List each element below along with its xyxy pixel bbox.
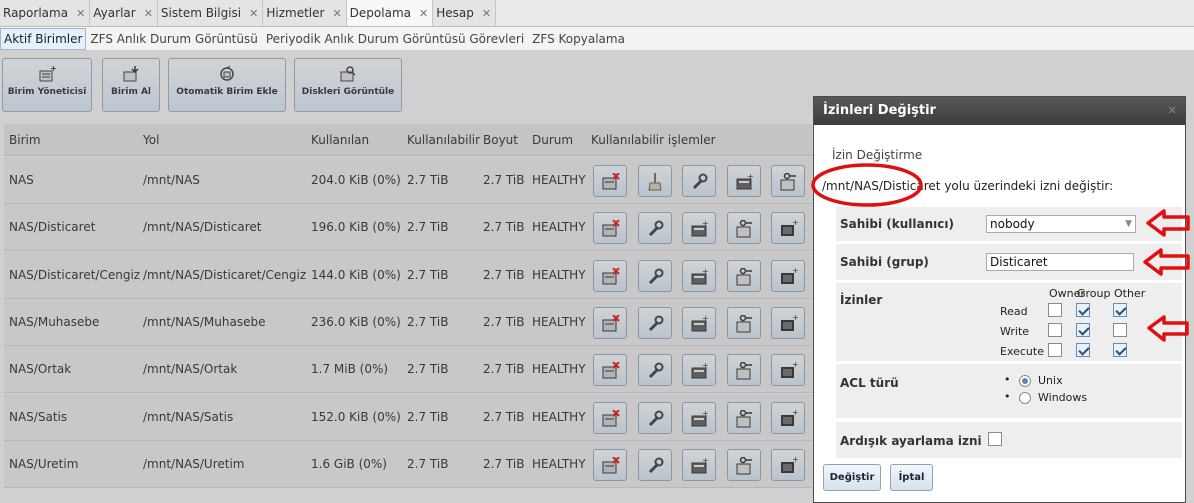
acl-type-row: ACL türü • Unix • Windows <box>836 364 1182 418</box>
tab-label: Hizmetler <box>266 6 325 20</box>
close-icon[interactable]: ✕ <box>482 7 491 20</box>
path-description: /mnt/NAS/Disticaret yolu üzerindeki izni… <box>822 179 1114 193</box>
perm-checkbox-write-group[interactable] <box>1076 323 1090 337</box>
owner-group-label: Sahibi (grup) <box>840 255 929 269</box>
chevron-down-icon: ▼ <box>1125 219 1132 229</box>
owner-user-label: Sahibi (kullanıcı) <box>840 217 954 231</box>
perm-checkbox-read-owner[interactable] <box>1048 303 1062 317</box>
change-permissions-dialog: İzinleri Değiştir ✕ İzin Değiştirme /mnt… <box>813 96 1186 503</box>
perm-column-header: Group <box>1077 287 1111 300</box>
perm-checkbox-write-other[interactable] <box>1113 323 1127 337</box>
cancel-button[interactable]: İptal <box>890 464 933 491</box>
tab-depolama[interactable]: Depolama ✕ <box>346 0 434 26</box>
recursive-label: Ardışık ayarlama izni <box>840 434 982 448</box>
owner-user-select[interactable]: nobody ▼ <box>986 215 1136 233</box>
tab-label: Ayarlar <box>93 6 136 20</box>
list-bullet: • <box>1004 373 1011 386</box>
dialog-title: İzinleri Değiştir <box>823 103 936 118</box>
tab-ayarlar[interactable]: Ayarlar ✕ <box>90 0 158 26</box>
list-bullet: • <box>1004 390 1011 403</box>
permissions-label: İzinler <box>840 293 883 307</box>
tab-label: Depolama <box>349 6 411 20</box>
fieldset-legend: İzin Değiştirme <box>832 148 923 162</box>
owner-user-value: nobody <box>990 217 1035 231</box>
perm-row-label: Execute <box>1000 345 1044 358</box>
close-icon[interactable]: ✕ <box>76 7 85 20</box>
recursive-row: Ardışık ayarlama izni <box>836 422 1182 458</box>
subtab-zfs-replication[interactable]: ZFS Kopyalama <box>528 28 629 50</box>
close-icon[interactable]: ✕ <box>144 7 153 20</box>
tab-hesap[interactable]: Hesap ✕ <box>433 0 497 26</box>
perm-row-label: Read <box>1000 305 1028 318</box>
acl-option-label: Unix <box>1038 374 1063 387</box>
dialog-titlebar: İzinleri Değiştir ✕ <box>814 97 1185 125</box>
subtab-aktif-birimler[interactable]: Aktif Birimler <box>0 28 87 50</box>
close-icon[interactable]: ✕ <box>332 7 341 20</box>
perm-checkbox-execute-owner[interactable] <box>1048 343 1062 357</box>
tab-raporlama[interactable]: Raporlama ✕ <box>0 0 91 26</box>
perm-column-header: Other <box>1114 287 1146 300</box>
tab-sistem-bilgisi[interactable]: Sistem Bilgisi ✕ <box>157 0 264 26</box>
close-icon[interactable]: ✕ <box>249 7 258 20</box>
close-icon[interactable]: ✕ <box>419 7 428 20</box>
recursive-checkbox[interactable] <box>988 432 1002 446</box>
acl-radio-windows[interactable] <box>1019 392 1031 404</box>
permissions-row: İzinler Owner Group Other Read Write Execute <box>836 283 1182 361</box>
owner-group-value: Disticaret <box>990 255 1048 269</box>
acl-option-label: Windows <box>1038 391 1088 404</box>
perm-checkbox-read-other[interactable] <box>1113 303 1127 317</box>
owner-group-input[interactable]: Disticaret <box>986 253 1134 271</box>
acl-type-label: ACL türü <box>840 376 899 390</box>
perm-checkbox-read-group[interactable] <box>1076 303 1090 317</box>
tab-hizmetler[interactable]: Hizmetler ✕ <box>263 0 347 26</box>
perm-checkbox-execute-group[interactable] <box>1076 343 1090 357</box>
tab-label: Raporlama <box>3 6 69 20</box>
change-button[interactable]: Değiştir <box>823 464 881 491</box>
subtab-periodic-snapshot[interactable]: Periyodik Anlık Durum Görüntüsü Görevler… <box>262 28 528 50</box>
owner-group-row: Sahibi (grup) Disticaret <box>836 244 1182 280</box>
tab-label: Hesap <box>436 6 474 20</box>
tab-label: Sistem Bilgisi <box>160 6 242 20</box>
acl-radio-unix[interactable] <box>1019 375 1031 387</box>
perm-checkbox-write-owner[interactable] <box>1048 323 1062 337</box>
owner-user-row: Sahibi (kullanıcı) nobody ▼ <box>836 207 1182 241</box>
close-icon[interactable]: ✕ <box>1168 97 1177 125</box>
subtab-zfs-snapshot[interactable]: ZFS Anlık Durum Görüntüsü <box>86 28 261 50</box>
sub-tab-bar: Aktif Birimler ZFS Anlık Durum Görüntüsü… <box>0 28 1194 50</box>
perm-row-label: Write <box>1000 325 1030 338</box>
perm-checkbox-execute-other[interactable] <box>1113 343 1127 357</box>
top-tab-bar: Raporlama ✕ Ayarlar ✕ Sistem Bilgisi ✕ Hizm… <box>0 0 1194 27</box>
